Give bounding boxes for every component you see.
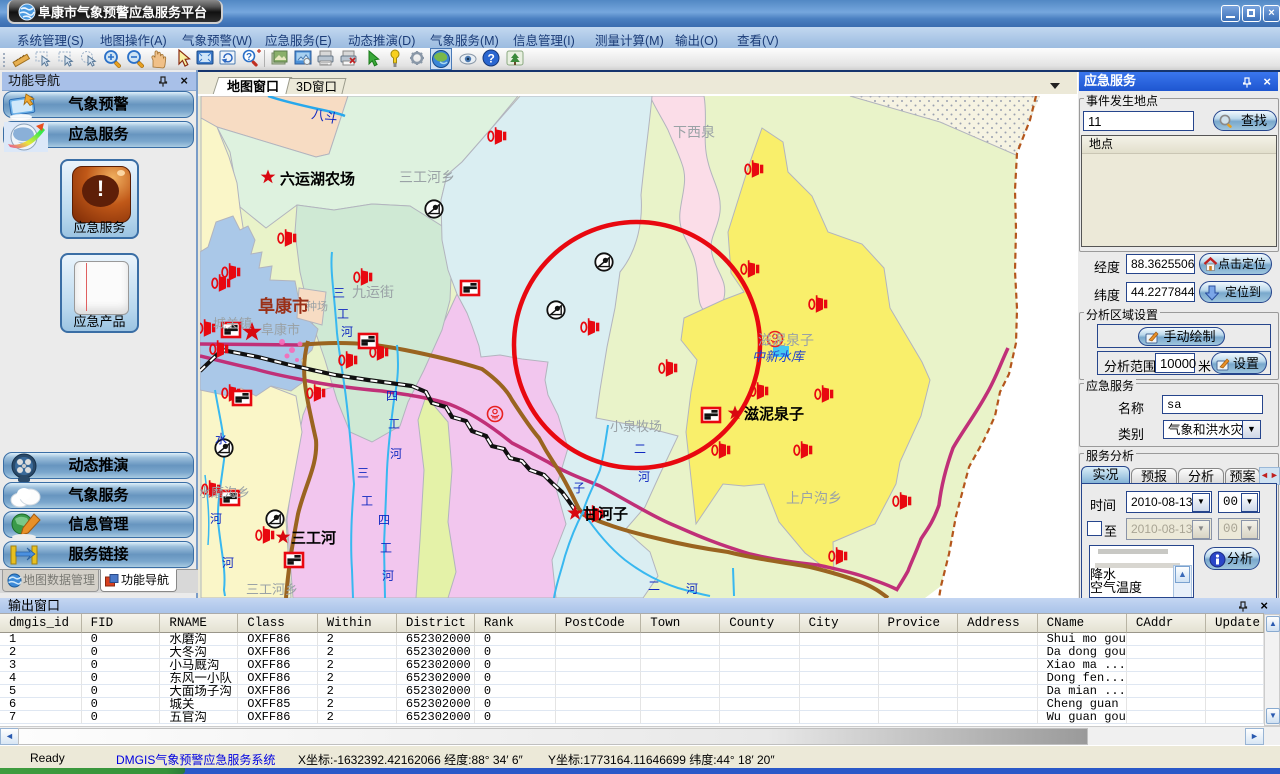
svg-text:工: 工 <box>388 417 400 431</box>
svg-text:三工河: 三工河 <box>291 529 336 547</box>
svg-text:滋泥泉子: 滋泥泉子 <box>758 332 814 348</box>
svg-text:阜康市: 阜康市 <box>261 322 300 337</box>
svg-text:河: 河 <box>382 569 394 583</box>
svg-text:城关镇: 城关镇 <box>213 316 252 331</box>
svg-text:下西泉: 下西泉 <box>673 124 715 140</box>
svg-text:工: 工 <box>361 494 373 508</box>
svg-text:二: 二 <box>634 442 646 456</box>
svg-text:四: 四 <box>386 389 398 403</box>
svg-text:?: ? <box>246 52 252 63</box>
svg-text:工: 工 <box>337 307 349 321</box>
svg-text:中新水库: 中新水库 <box>752 349 806 364</box>
svg-text:阜康市: 阜康市 <box>258 296 309 316</box>
svg-text:滋泥泉子: 滋泥泉子 <box>744 405 804 423</box>
svg-text:三: 三 <box>357 466 369 480</box>
svg-text:河: 河 <box>222 556 234 570</box>
svg-text:水: 水 <box>215 432 227 446</box>
svg-text:水磨沟乡: 水磨沟乡 <box>200 485 250 500</box>
svg-text:种场: 种场 <box>306 299 328 313</box>
svg-text:三工河乡: 三工河乡 <box>246 582 298 597</box>
svg-text:?: ? <box>488 52 495 66</box>
svg-text:子: 子 <box>573 481 585 495</box>
svg-text:河: 河 <box>210 512 222 526</box>
svg-text:二: 二 <box>648 579 660 593</box>
svg-text:上户沟乡: 上户沟乡 <box>786 490 842 506</box>
svg-text:九运街: 九运街 <box>352 284 394 300</box>
svg-text:河: 河 <box>390 447 402 461</box>
svg-text:小泉牧场: 小泉牧场 <box>610 419 662 434</box>
svg-text:河: 河 <box>638 470 650 484</box>
svg-text:四: 四 <box>378 513 390 527</box>
svg-text:河: 河 <box>341 325 353 339</box>
svg-text:三: 三 <box>333 286 345 300</box>
svg-text:河: 河 <box>686 582 698 596</box>
svg-text:六运湖农场: 六运湖农场 <box>280 170 355 188</box>
svg-text:甘河子: 甘河子 <box>583 505 628 523</box>
svg-text:工: 工 <box>380 541 392 555</box>
svg-text:三工河乡: 三工河乡 <box>399 169 455 185</box>
